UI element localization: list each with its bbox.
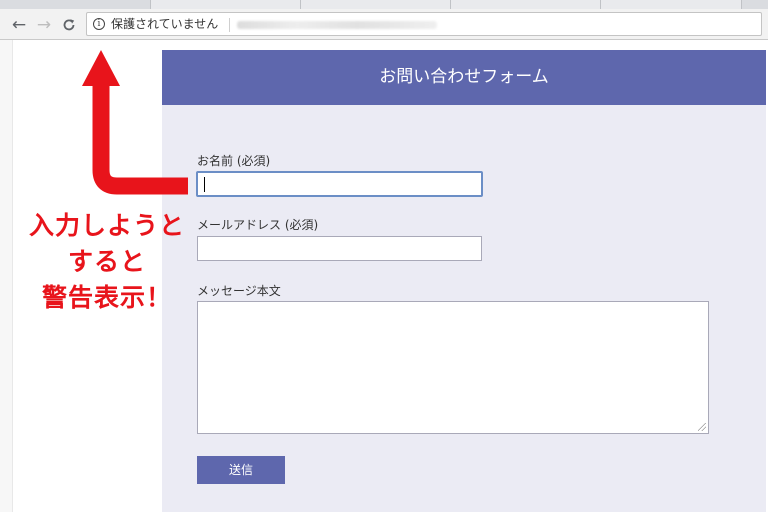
submit-button[interactable]: 送信 [197,456,285,484]
contact-form-panel: お問い合わせフォーム お名前 (必須) メールアドレス (必須) メッセージ本文… [162,50,766,512]
name-field[interactable] [196,171,483,197]
email-label: メールアドレス (必須) [197,218,319,232]
annotation-line-1: 入力しようと [28,211,185,240]
warning-annotation: 入力しようと すると 警告表示！ [18,208,196,316]
form-title: お問い合わせフォーム [162,50,766,105]
browser-tab[interactable] [300,0,452,9]
message-label: メッセージ本文 [197,284,281,298]
text-caret [204,177,205,192]
message-textarea[interactable] [197,301,709,434]
address-divider [229,18,230,32]
annotation-line-2: すると [67,247,146,276]
blurred-url[interactable] [237,21,437,29]
name-label: お名前 (必須) [197,154,271,168]
browser-tab[interactable] [450,0,602,9]
email-field[interactable] [197,236,482,261]
resize-grip-icon[interactable] [698,423,706,431]
browser-tab[interactable] [600,0,742,9]
red-arrow-annotation [82,50,188,195]
annotation-line-3: 警告表示！ [41,283,172,312]
